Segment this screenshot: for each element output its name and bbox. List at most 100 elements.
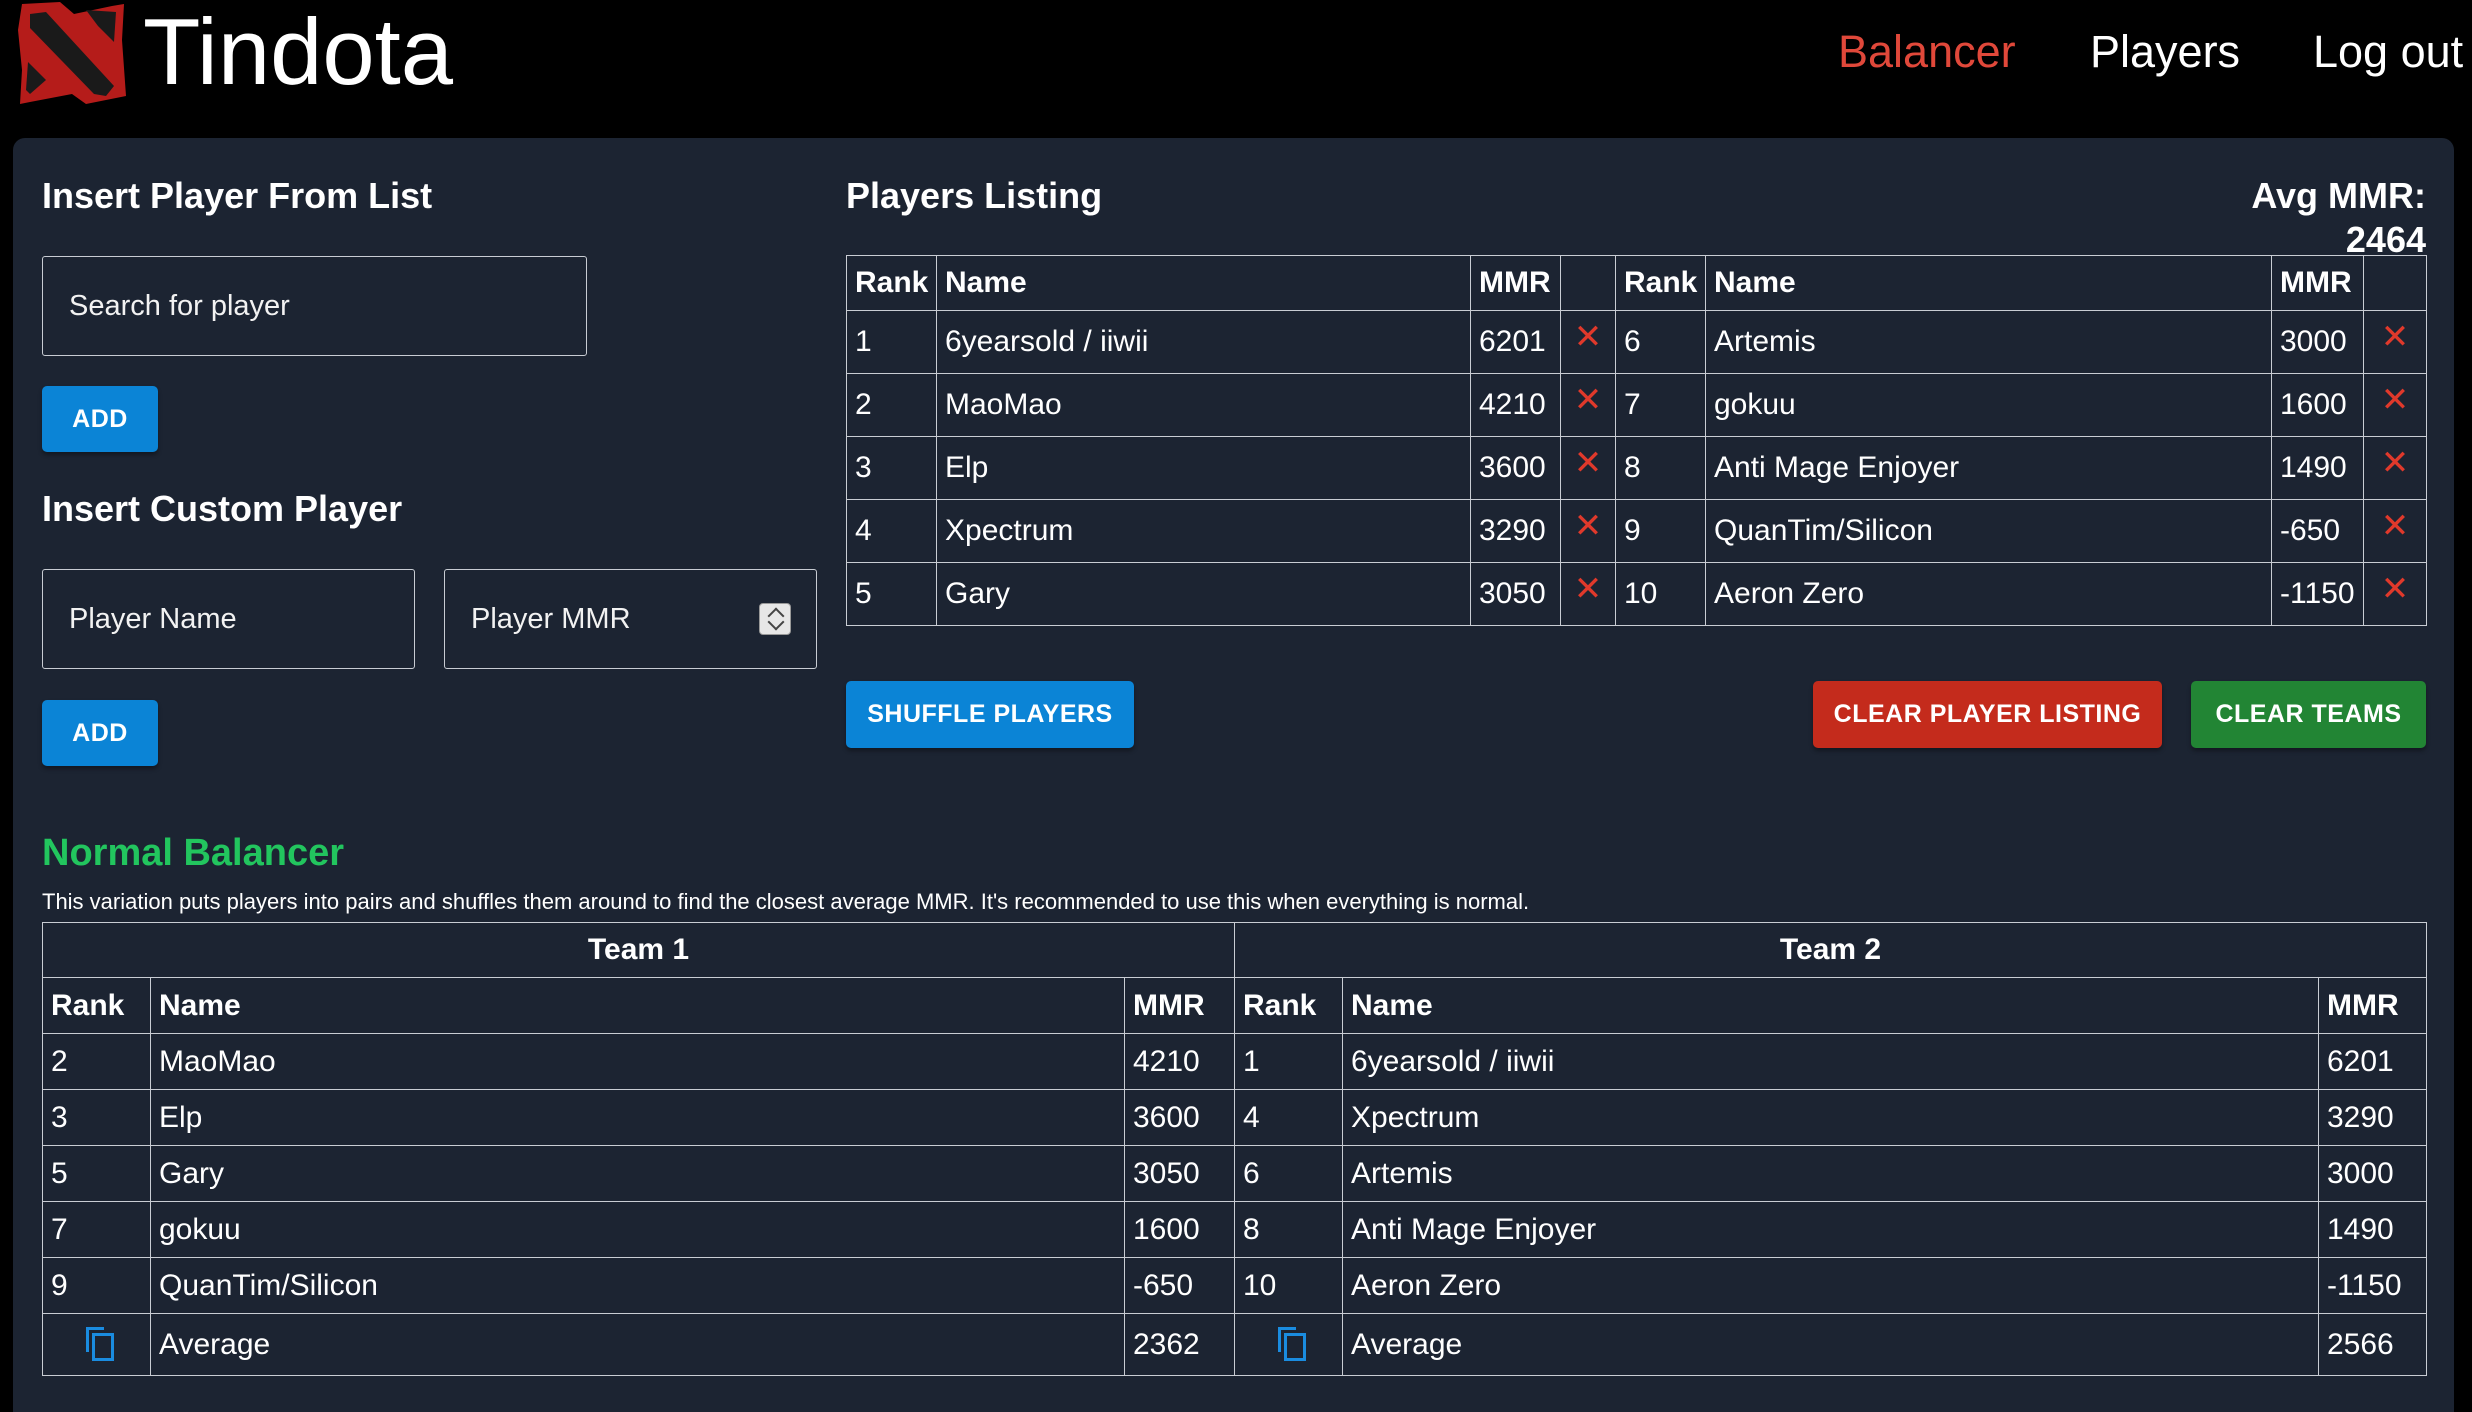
team1-mmr: -650	[1124, 1257, 1235, 1314]
team2-copy-button[interactable]	[1234, 1313, 1343, 1376]
team2-name: Aeron Zero	[1342, 1257, 2319, 1314]
team2-mmr: 6201	[2318, 1033, 2427, 1090]
col-name: Name	[1705, 255, 2272, 311]
add-from-list-button[interactable]: ADD	[42, 386, 158, 452]
team1-mmr: 3050	[1124, 1145, 1235, 1202]
team1-rank: 3	[42, 1089, 151, 1146]
player-name: Aeron Zero	[1705, 562, 2272, 626]
table-row: 3 Elp 3600 4 Xpectrum 3290	[42, 1089, 2427, 1146]
team2-average-label: Average	[1342, 1313, 2319, 1376]
close-icon[interactable]: ✕	[2381, 444, 2410, 482]
close-icon[interactable]: ✕	[2381, 318, 2410, 356]
team2-rank: 10	[1234, 1257, 1343, 1314]
player-name: Anti Mage Enjoyer	[1705, 436, 2272, 500]
player-mmr: -650	[2271, 499, 2364, 563]
remove-player-button[interactable]: ✕	[2363, 499, 2427, 563]
close-icon[interactable]: ✕	[1574, 381, 1603, 419]
player-name: Artemis	[1705, 310, 2272, 374]
remove-player-button[interactable]: ✕	[1560, 499, 1616, 563]
balancer-description: This variation puts players into pairs a…	[42, 889, 1530, 914]
close-icon[interactable]: ✕	[1574, 444, 1603, 482]
player-mmr: 3050	[1470, 562, 1561, 626]
team2-mmr: -1150	[2318, 1257, 2427, 1314]
remove-player-button[interactable]: ✕	[2363, 562, 2427, 626]
team1-mmr: 1600	[1124, 1201, 1235, 1258]
col-mmr: MMR	[2271, 255, 2364, 311]
player-mmr: 1490	[2271, 436, 2364, 500]
close-icon[interactable]: ✕	[2381, 570, 2410, 608]
remove-player-button[interactable]: ✕	[1560, 373, 1616, 437]
team2-name: Xpectrum	[1342, 1089, 2319, 1146]
remove-player-button[interactable]: ✕	[2363, 310, 2427, 374]
close-icon[interactable]: ✕	[2381, 381, 2410, 419]
col-name: Name	[150, 977, 1125, 1034]
mmr-stepper-icon[interactable]	[759, 603, 791, 635]
player-name: 6yearsold / iiwii	[936, 310, 1471, 374]
clear-teams-button[interactable]: CLEAR TEAMS	[2191, 681, 2426, 748]
col-rank: Rank	[42, 977, 151, 1034]
team1-name: Gary	[150, 1145, 1125, 1202]
player-mmr: 3600	[1470, 436, 1561, 500]
add-custom-button[interactable]: ADD	[42, 700, 158, 766]
team2-name: 6yearsold / iiwii	[1342, 1033, 2319, 1090]
close-icon[interactable]: ✕	[1574, 507, 1603, 545]
close-icon[interactable]: ✕	[1574, 318, 1603, 356]
col-remove	[2363, 255, 2427, 311]
team1-rank: 9	[42, 1257, 151, 1314]
copy-icon[interactable]	[85, 1326, 114, 1361]
shuffle-players-button[interactable]: SHUFFLE PLAYERS	[846, 681, 1134, 748]
team2-mmr: 3290	[2318, 1089, 2427, 1146]
dota-logo-icon[interactable]	[16, 0, 128, 106]
listing-header-row: Rank Name MMR Rank Name MMR	[846, 255, 2427, 311]
player-rank: 2	[846, 373, 937, 437]
col-mmr: MMR	[1124, 977, 1235, 1034]
player-rank: 5	[846, 562, 937, 626]
team1-average-value: 2362	[1124, 1313, 1235, 1376]
team1-mmr: 3600	[1124, 1089, 1235, 1146]
team2-title: Team 2	[1234, 922, 2427, 978]
team1-title: Team 1	[42, 922, 1235, 978]
nav-players[interactable]: Players	[2090, 24, 2240, 80]
players-listing-table: Rank Name MMR Rank Name MMR 1 6yearsold …	[846, 255, 2427, 626]
col-name: Name	[1342, 977, 2319, 1034]
team2-rank: 6	[1234, 1145, 1343, 1202]
player-rank: 8	[1615, 436, 1706, 500]
remove-player-button[interactable]: ✕	[1560, 436, 1616, 500]
team2-name: Anti Mage Enjoyer	[1342, 1201, 2319, 1258]
player-name-input[interactable]	[42, 569, 415, 669]
close-icon[interactable]: ✕	[2381, 507, 2410, 545]
player-mmr: 6201	[1470, 310, 1561, 374]
col-rank: Rank	[1615, 255, 1706, 311]
col-mmr: MMR	[2318, 977, 2427, 1034]
remove-player-button[interactable]: ✕	[1560, 562, 1616, 626]
player-name: Elp	[936, 436, 1471, 500]
remove-player-button[interactable]: ✕	[2363, 373, 2427, 437]
clear-player-listing-button[interactable]: CLEAR PLAYER LISTING	[1813, 681, 2162, 748]
nav-balancer[interactable]: Balancer	[1838, 24, 2016, 80]
average-row: Average 2362 Average 2566	[42, 1313, 2427, 1376]
avg-mmr-label: Avg MMR: 2464	[2251, 175, 2426, 260]
player-mmr: 3000	[2271, 310, 2364, 374]
table-row: 1 6yearsold / iiwii 6201 ✕ 6 Artemis 300…	[846, 310, 2427, 374]
col-remove	[1560, 255, 1616, 311]
team2-average-value: 2566	[2318, 1313, 2427, 1376]
balancer-title: Normal Balancer	[42, 832, 345, 874]
col-name: Name	[936, 255, 1471, 311]
player-name: Xpectrum	[936, 499, 1471, 563]
remove-player-button[interactable]: ✕	[1560, 310, 1616, 374]
player-name: Gary	[936, 562, 1471, 626]
team1-copy-button[interactable]	[42, 1313, 151, 1376]
nav-logout[interactable]: Log out	[2313, 24, 2463, 80]
top-navbar: Tindota Balancer Players Log out	[0, 0, 2472, 138]
copy-icon[interactable]	[1277, 1326, 1306, 1361]
player-name: QuanTim/Silicon	[1705, 499, 2272, 563]
insert-from-list-title: Insert Player From List	[42, 175, 433, 216]
remove-player-button[interactable]: ✕	[2363, 436, 2427, 500]
brand-name[interactable]: Tindota	[143, 2, 453, 102]
player-name: MaoMao	[936, 373, 1471, 437]
team1-name: gokuu	[150, 1201, 1125, 1258]
close-icon[interactable]: ✕	[1574, 570, 1603, 608]
team2-name: Artemis	[1342, 1145, 2319, 1202]
search-player-input[interactable]	[42, 256, 587, 356]
team1-mmr: 4210	[1124, 1033, 1235, 1090]
